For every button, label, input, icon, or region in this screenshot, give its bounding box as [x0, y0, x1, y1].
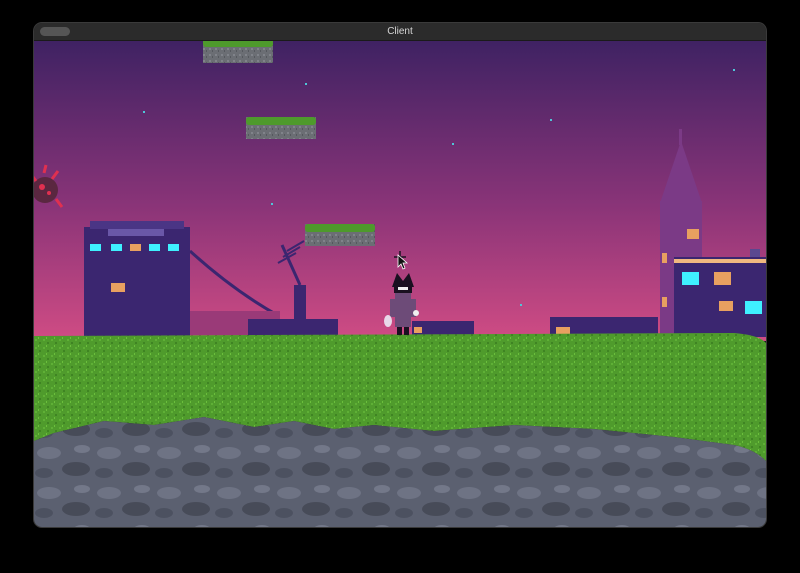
window-title: Client [387, 26, 413, 37]
floating-platform-3 [305, 224, 375, 246]
game-window: Client [34, 23, 766, 527]
game-viewport[interactable] [34, 41, 766, 527]
building-middle-window [414, 327, 422, 333]
floating-platform-1 [203, 41, 273, 63]
floating-platform-2 [246, 117, 316, 139]
building-right-apartment [674, 249, 766, 337]
building-left [84, 221, 190, 337]
game-canvas[interactable] [34, 41, 766, 527]
title-bar[interactable]: Client [34, 23, 766, 41]
